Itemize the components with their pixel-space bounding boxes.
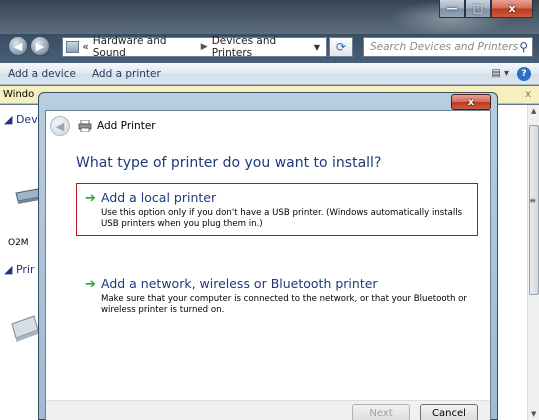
option-description: Make sure that your computer is connecte… — [101, 294, 467, 315]
dialog-question: What type of printer do you want to inst… — [76, 155, 382, 171]
refresh-icon: ⟳ — [335, 40, 347, 54]
back-arrow-icon: ◀ — [13, 39, 23, 53]
forward-button[interactable]: ▶ — [30, 36, 50, 56]
side-marker: ≡ — [529, 196, 536, 205]
green-arrow-icon: ➔ — [85, 277, 96, 292]
scroll-down-icon[interactable]: ▼ — [531, 410, 536, 418]
breadcrumb-hardware-and-sound[interactable]: Hardware and Sound — [93, 35, 197, 59]
back-arrow-icon: ◀ — [55, 119, 65, 133]
option-title[interactable]: Add a local printer — [101, 190, 216, 205]
breadcrumb-separator[interactable]: ▶ — [201, 42, 208, 52]
green-arrow-icon: ➔ — [85, 191, 96, 206]
address-bar[interactable]: « Hardware and Sound ▶ Devices and Print… — [62, 35, 327, 59]
cancel-button[interactable]: Cancel — [420, 404, 478, 420]
control-panel-icon — [66, 41, 80, 53]
add-printer-button[interactable]: Add a printer — [84, 68, 169, 80]
group-devices-header[interactable]: ◢ Dev — [4, 113, 38, 126]
minimize-button[interactable]: — — [439, 0, 465, 18]
help-icon[interactable]: ? — [517, 66, 531, 81]
printer-device-icon[interactable] — [8, 310, 42, 344]
view-options-icon[interactable]: ▤ ▾ — [491, 68, 509, 79]
close-window-button[interactable]: x — [491, 0, 533, 18]
dialog-close-button[interactable]: x — [451, 94, 491, 110]
dialog-header: ◀ Add Printer — [46, 111, 490, 141]
scrollbar-thumb[interactable] — [529, 125, 539, 295]
dialog-body: ◀ Add Printer What type of printer do yo… — [45, 110, 491, 420]
command-bar: Add a device Add a printer ▤ ▾ ? — [0, 63, 539, 85]
option-title[interactable]: Add a network, wireless or Bluetooth pri… — [101, 276, 378, 291]
add-network-printer-option[interactable]: ➔ Add a network, wireless or Bluetooth p… — [76, 269, 478, 315]
dialog-footer: Next Cancel — [46, 400, 490, 420]
add-local-printer-option[interactable]: ➔ Add a local printer Use this option on… — [76, 183, 478, 236]
address-dropdown-icon[interactable]: ▼ — [314, 43, 320, 52]
next-button[interactable]: Next — [352, 404, 410, 420]
dialog-title: Add Printer — [97, 120, 156, 132]
breadcrumb-devices-and-printers[interactable]: Devices and Printers — [212, 35, 314, 59]
scroll-up-icon[interactable]: ▲ — [531, 107, 536, 115]
info-bar-text: Windo — [3, 89, 35, 100]
info-bar-close-button[interactable]: x — [525, 89, 531, 100]
search-placeholder: Search Devices and Printers — [370, 41, 519, 53]
maximize-button[interactable]: □ — [465, 0, 491, 18]
printer-icon — [78, 120, 92, 132]
dialog-back-button[interactable]: ◀ — [50, 116, 70, 136]
vertical-scrollbar[interactable]: ▲ ▼ — [527, 105, 539, 420]
search-icon[interactable]: ⚲ — [519, 40, 528, 54]
search-input[interactable]: Search Devices and Printers ⚲ — [363, 37, 533, 57]
address-prefix[interactable]: « — [82, 41, 88, 53]
device-label: O2M — [8, 238, 29, 248]
add-device-button[interactable]: Add a device — [0, 68, 84, 80]
back-button[interactable]: ◀ — [8, 36, 28, 56]
caption-buttons: — □ x — [439, 0, 533, 18]
add-printer-dialog: x ◀ Add Printer What type of printer do … — [38, 92, 498, 420]
refresh-button[interactable]: ⟳ — [329, 37, 353, 57]
group-printers-header[interactable]: ◢ Prir — [4, 263, 35, 276]
forward-arrow-icon: ▶ — [35, 39, 45, 53]
screen: — □ x ◀ ▶ « Hardware and Sound ▶ Devices… — [0, 0, 539, 420]
option-description: Use this option only if you don't have a… — [101, 208, 463, 229]
